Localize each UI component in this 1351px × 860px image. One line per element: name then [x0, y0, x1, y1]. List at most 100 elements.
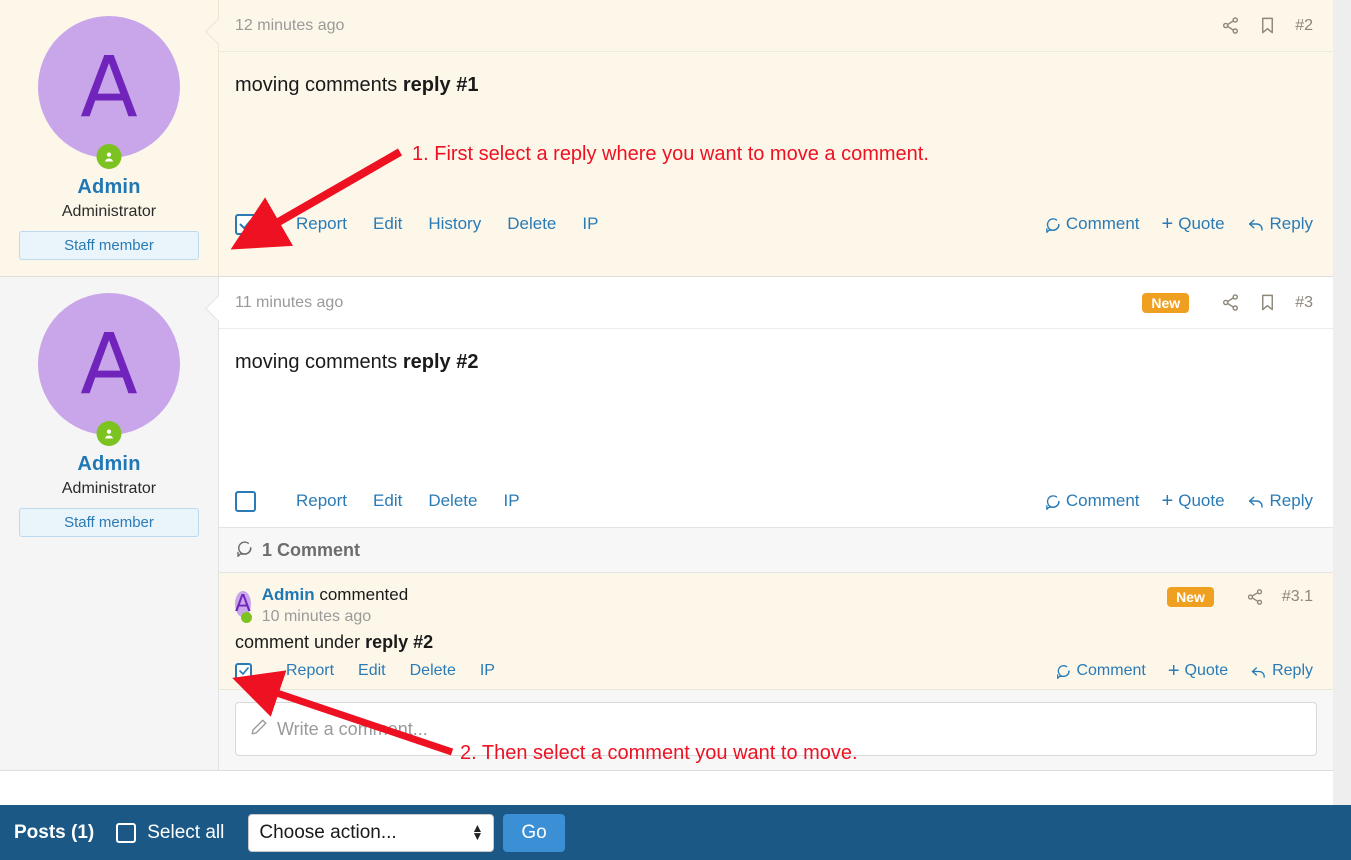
- post-timestamp: 11 minutes ago: [235, 293, 344, 311]
- pencil-icon: [250, 718, 268, 741]
- author-staff-badge: Staff member: [19, 231, 199, 260]
- comment-link-delete[interactable]: Delete: [410, 662, 456, 680]
- post-reply-button[interactable]: Reply: [1247, 491, 1313, 511]
- share-icon[interactable]: [1221, 16, 1240, 35]
- post-content: 11 minutes ago New #3 moving comments re…: [205, 277, 1333, 770]
- post-body: moving comments reply #2: [219, 329, 1333, 475]
- comment-body: comment under reply #2: [235, 632, 1313, 653]
- plus-icon: +: [1167, 660, 1180, 682]
- write-comment-input[interactable]: Write a comment...: [235, 702, 1317, 756]
- author-staff-badge: Staff member: [19, 508, 199, 537]
- comment-avatar[interactable]: A: [235, 585, 252, 623]
- avatar[interactable]: A: [38, 16, 180, 169]
- post-number[interactable]: #2: [1295, 17, 1313, 35]
- comment-reply-label: Reply: [1272, 662, 1313, 679]
- comment-number[interactable]: #3.1: [1282, 588, 1313, 606]
- post-number[interactable]: #3: [1295, 294, 1313, 312]
- online-status-icon: [96, 144, 122, 169]
- comments-count-label: 1 Comment: [262, 539, 361, 560]
- author-name[interactable]: Admin: [0, 453, 218, 476]
- post-link-history[interactable]: History: [428, 214, 481, 234]
- comment-link-ip[interactable]: IP: [480, 662, 495, 680]
- bulk-action-bar: Posts (1) Select all Choose action... ▲ ▼…: [0, 805, 1351, 860]
- post-link-delete[interactable]: Delete: [507, 214, 556, 234]
- comment-author-name[interactable]: Admin: [262, 585, 315, 604]
- go-button[interactable]: Go: [503, 813, 565, 852]
- comment-quote-button[interactable]: + Quote: [1168, 661, 1228, 681]
- avatar-initial: A: [38, 16, 180, 158]
- post-link-report[interactable]: Report: [296, 491, 347, 511]
- post-author-sidebar: A Admin Administrator Staff member: [0, 277, 219, 770]
- comment-author-line: Admin commented: [262, 585, 1167, 605]
- post-reply-label: Reply: [1269, 491, 1313, 510]
- comment-compose-area: Write a comment...: [219, 690, 1333, 770]
- comments-section: 1 Comment A Admin commented 10 minutes a…: [219, 527, 1333, 770]
- post-body-bold: reply #1: [402, 74, 479, 96]
- comment-header: A Admin commented 10 minutes ago New #3.…: [235, 585, 1313, 626]
- comment-header-right: New #3.1: [1167, 585, 1313, 607]
- post-author-sidebar: A Admin Administrator Staff member: [0, 0, 219, 276]
- online-status-icon: [96, 421, 122, 446]
- bookmark-icon[interactable]: [1258, 293, 1277, 312]
- post-select-checkbox[interactable]: [235, 490, 256, 512]
- comment-link-report[interactable]: Report: [286, 662, 334, 680]
- page-scrollbar-gutter[interactable]: [1333, 0, 1351, 805]
- forum-thread-area: A Admin Administrator Staff member 12 mi…: [0, 0, 1333, 805]
- post-comment-button[interactable]: Comment: [1044, 214, 1140, 234]
- comment-comment-label: Comment: [1076, 662, 1146, 679]
- comment-quote-label: Quote: [1184, 662, 1229, 679]
- choose-action-select[interactable]: Choose action... ▲ ▼: [248, 813, 495, 852]
- post-quote-button[interactable]: + Quote: [1162, 491, 1225, 511]
- post-link-edit[interactable]: Edit: [373, 214, 402, 234]
- post-item: A Admin Administrator Staff member 11 mi…: [0, 277, 1333, 771]
- post-body-text: moving comments: [235, 74, 403, 96]
- plus-icon: +: [1161, 490, 1174, 512]
- post-comment-label: Comment: [1065, 214, 1140, 233]
- post-link-ip[interactable]: IP: [503, 491, 519, 511]
- avatar[interactable]: A: [38, 293, 180, 446]
- post-quote-button[interactable]: + Quote: [1162, 214, 1225, 234]
- post-body-bold: reply #2: [402, 351, 479, 373]
- screenshot-root: A Admin Administrator Staff member 12 mi…: [0, 0, 1351, 860]
- post-reply-button[interactable]: Reply: [1247, 214, 1313, 234]
- post-link-delete[interactable]: Delete: [428, 491, 477, 511]
- comment-link-edit[interactable]: Edit: [358, 662, 386, 680]
- post-link-edit[interactable]: Edit: [373, 491, 402, 511]
- post-select-checkbox[interactable]: [235, 213, 256, 235]
- select-all-label[interactable]: Select all: [147, 822, 224, 844]
- post-header: 11 minutes ago New #3: [219, 277, 1333, 329]
- share-icon[interactable]: [1221, 293, 1240, 312]
- post-action-row: Report Edit Delete IP Comment + Quote Re…: [219, 475, 1333, 527]
- select-arrows-icon: ▲ ▼: [471, 821, 484, 843]
- post-comment-label: Comment: [1065, 491, 1140, 510]
- new-badge: New: [1167, 587, 1214, 607]
- post-link-ip[interactable]: IP: [582, 214, 598, 234]
- comment-timestamp: 10 minutes ago: [261, 608, 372, 625]
- online-status-icon: [240, 612, 252, 623]
- post-body: moving comments reply #1: [219, 52, 1333, 198]
- avatar-initial: A: [38, 293, 180, 435]
- bookmark-icon[interactable]: [1258, 16, 1277, 35]
- post-body-text: moving comments: [235, 351, 403, 373]
- author-title: Administrator: [61, 480, 157, 497]
- new-badge: New: [1142, 292, 1190, 313]
- comment-comment-button[interactable]: Comment: [1055, 662, 1146, 680]
- post-reply-label: Reply: [1269, 214, 1313, 233]
- share-icon[interactable]: [1246, 588, 1264, 606]
- comment-bubble-icon: [235, 539, 253, 562]
- comment-select-checkbox[interactable]: [235, 662, 252, 680]
- comment-body-text: comment under: [235, 632, 366, 652]
- post-quote-label: Quote: [1178, 491, 1225, 510]
- comment-item: A Admin commented 10 minutes ago New #3.…: [219, 573, 1333, 690]
- plus-icon: +: [1161, 213, 1174, 235]
- comment-body-bold: reply #2: [365, 632, 434, 652]
- comment-meta: Admin commented 10 minutes ago: [262, 585, 1167, 626]
- post-link-report[interactable]: Report: [296, 214, 347, 234]
- post-timestamp: 12 minutes ago: [235, 16, 345, 34]
- selected-posts-count: Posts (1): [14, 821, 95, 843]
- comment-author-suffix: commented: [314, 585, 409, 604]
- post-comment-button[interactable]: Comment: [1044, 491, 1140, 511]
- author-name[interactable]: Admin: [0, 176, 218, 199]
- comment-reply-button[interactable]: Reply: [1250, 662, 1313, 680]
- select-all-checkbox[interactable]: [116, 822, 137, 843]
